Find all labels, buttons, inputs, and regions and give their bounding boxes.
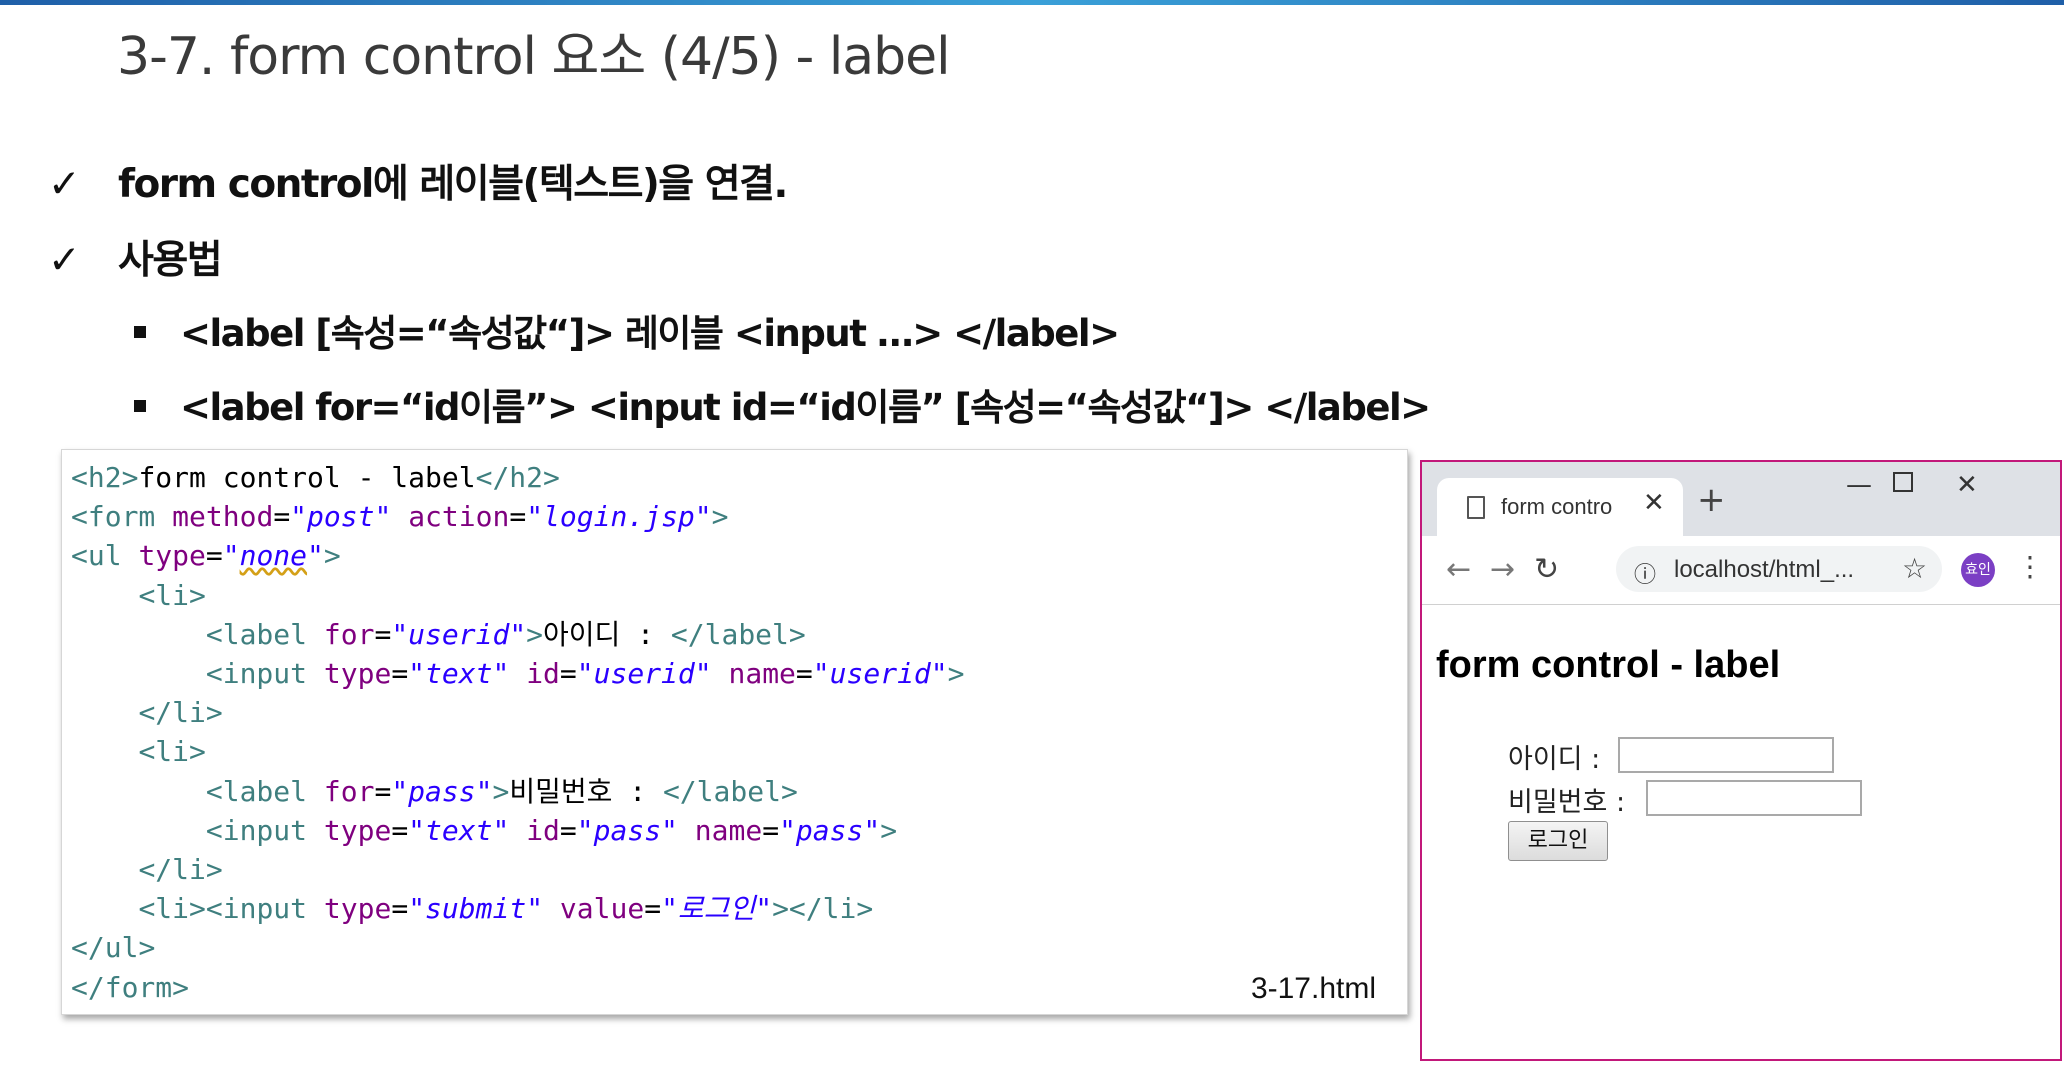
maximize-icon[interactable] <box>1893 472 1913 492</box>
subbullet-2: <label for=“id이름”> <input id=“id이름” [속성=… <box>134 377 1431 431</box>
profile-avatar[interactable]: 효인 <box>1961 553 1995 587</box>
square-bullet-icon <box>134 399 146 412</box>
back-button[interactable]: ← <box>1446 552 1471 587</box>
new-tab-button[interactable]: + <box>1697 480 1726 520</box>
slide-title: 3-7. form control 요소 (4/5) - label <box>117 27 951 87</box>
tab-strip: form contro ✕ + — ✕ <box>1422 462 2060 536</box>
password-input[interactable] <box>1646 780 1862 816</box>
url-text: localhost/html_... <box>1674 556 1855 583</box>
code-panel: <h2>form control - label</h2> <form meth… <box>61 449 1408 1015</box>
window-close-icon[interactable]: ✕ <box>1956 470 1978 500</box>
forward-button[interactable]: → <box>1490 552 1515 587</box>
square-bullet-icon <box>134 325 146 338</box>
subbullet-1: <label [속성=“속성값“]> 레이블 <input …> </label… <box>134 303 1120 357</box>
page-heading: form control - label <box>1436 644 1781 686</box>
bullet-1-text: form control에 레이블(텍스트)을 연결. <box>118 162 788 207</box>
tab-title: form contro <box>1501 494 1613 519</box>
document-icon <box>1467 496 1485 519</box>
address-bar[interactable]: ⓘ localhost/html_... ☆ <box>1616 546 1942 592</box>
login-button[interactable]: 로그인 <box>1508 821 1608 861</box>
reload-button[interactable]: ↻ <box>1534 552 1559 587</box>
check-mark-icon: ✓ <box>48 238 81 283</box>
tab-close-icon[interactable]: ✕ <box>1643 488 1665 518</box>
bullet-2-text: 사용법 <box>118 238 223 283</box>
browser-toolbar: ← → ↻ ⓘ localhost/html_... ☆ 효인 ⋮ <box>1422 536 2060 605</box>
bookmark-star-icon[interactable]: ☆ <box>1902 552 1927 585</box>
check-mark-icon: ✓ <box>48 162 81 207</box>
code-filename: 3-17.html <box>1250 972 1376 1005</box>
info-icon[interactable]: ⓘ <box>1634 557 1656 589</box>
browser-window: form contro ✕ + — ✕ ← → ↻ ⓘ localhost/ht… <box>1420 460 2062 1061</box>
subbullet-1-text: <label [속성=“속성값“]> 레이블 <input …> </label… <box>180 312 1120 355</box>
slide-top-accent-bar <box>0 0 2064 5</box>
subbullet-2-text: <label for=“id이름”> <input id=“id이름” [속성=… <box>180 386 1431 429</box>
browser-tab[interactable]: form contro ✕ <box>1437 478 1683 536</box>
password-label: 비밀번호 : <box>1508 787 1626 818</box>
kebab-menu-icon[interactable]: ⋮ <box>2016 550 2044 583</box>
code-listing: <h2>form control - label</h2> <form meth… <box>71 461 965 1004</box>
userid-input[interactable] <box>1618 737 1834 773</box>
minimize-icon[interactable]: — <box>1846 470 1872 500</box>
userid-label: 아이디 : <box>1508 744 1601 775</box>
bullet-2: ✓ 사용법 <box>48 229 223 285</box>
bullet-1: ✓ form control에 레이블(텍스트)을 연결. <box>48 153 788 209</box>
